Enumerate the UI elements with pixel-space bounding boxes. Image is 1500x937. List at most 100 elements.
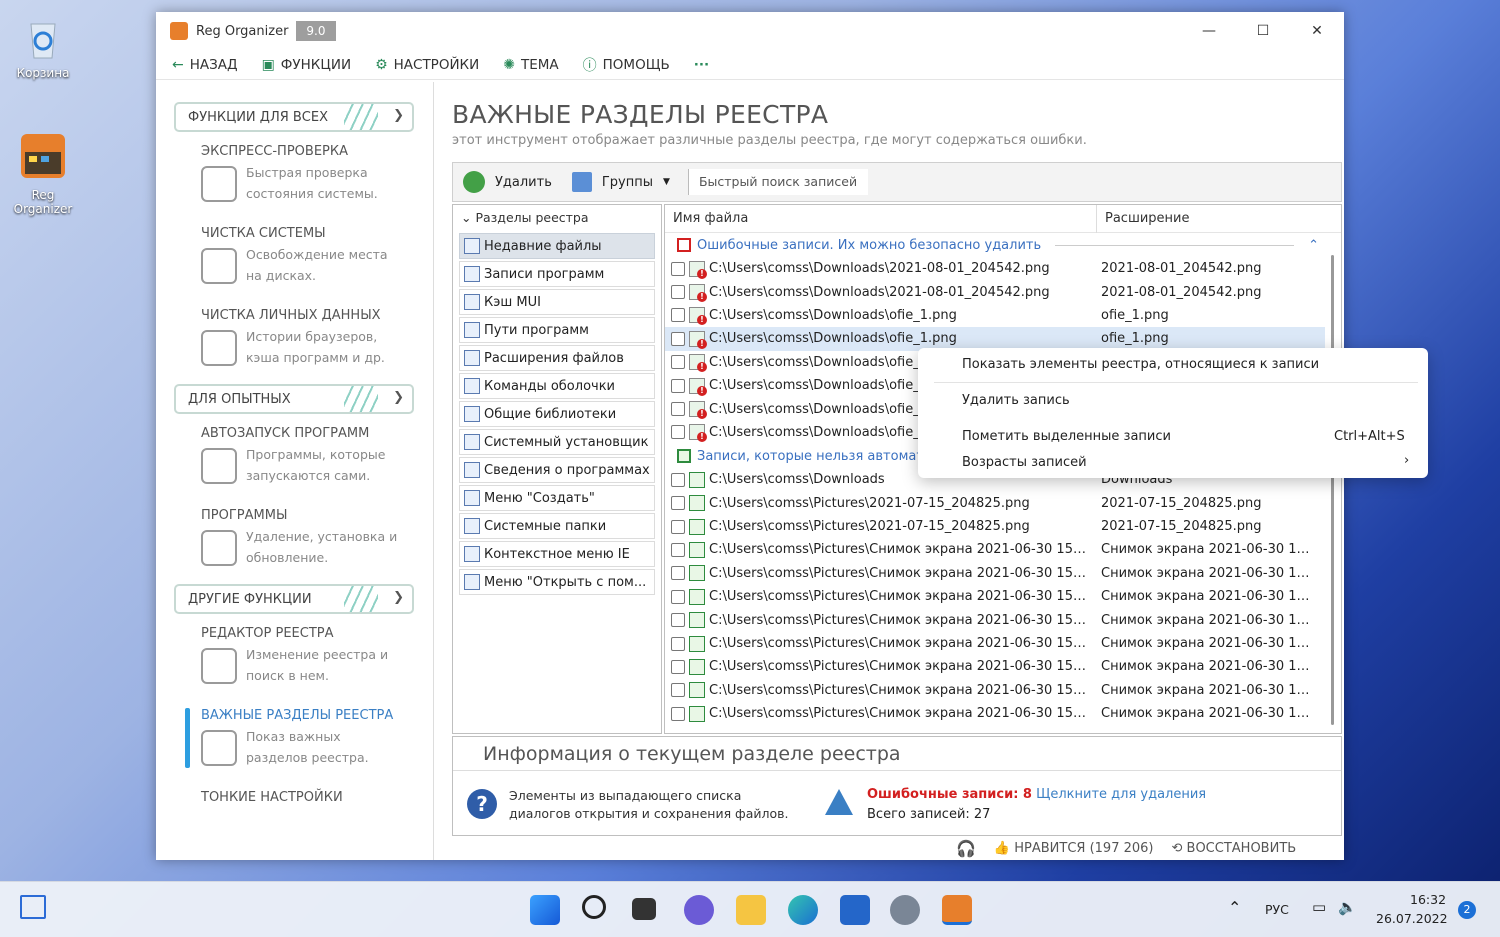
table-row[interactable]: C:\Users\comss\Pictures\Снимок экрана 20… [665, 608, 1341, 631]
table-row[interactable]: C:\Users\comss\Pictures\Снимок экрана 20… [665, 702, 1341, 725]
minimize-button[interactable]: — [1182, 12, 1236, 50]
row-checkbox[interactable] [671, 261, 685, 276]
theme-menu[interactable]: ✺ ТЕМА [503, 57, 558, 73]
sidebar-item-cleanup[interactable]: ЧИСТКА СИСТЕМЫ Освобождение места на диск… [201, 226, 433, 294]
table-row[interactable]: C:\Users\comss\Pictures\Снимок экрана 20… [665, 679, 1341, 702]
row-checkbox[interactable] [671, 659, 685, 674]
section-item[interactable]: Пути программ [459, 317, 655, 343]
search-icon[interactable] [582, 895, 606, 919]
section-item[interactable]: Меню "Открыть с пом... [459, 569, 655, 595]
edge-icon[interactable] [788, 895, 818, 925]
sidebar-item-programs[interactable]: ПРОГРАММЫ Удаление, установка и обновлени… [201, 508, 433, 576]
vertical-scrollbar[interactable] [1325, 235, 1341, 733]
headset-icon[interactable]: 🎧 [956, 839, 976, 858]
row-checkbox[interactable] [671, 472, 685, 487]
delete-button[interactable]: Удалить [453, 171, 562, 193]
table-row[interactable]: C:\Users\comss\Pictures\Снимок экрана 20… [665, 562, 1341, 585]
sidebar-item-express[interactable]: ЭКСПРЕСС-ПРОВЕРКА Быстрая проверка состоя… [201, 144, 433, 212]
row-checkbox[interactable] [671, 589, 685, 604]
section-item[interactable]: Расширения файлов [459, 345, 655, 371]
ctx-mark-selected[interactable]: Пометить выделенные записи [962, 429, 1171, 449]
ctx-delete[interactable]: Удалить запись [962, 393, 1070, 413]
section-item[interactable]: Контекстное меню IE [459, 541, 655, 567]
sidebar-item-registry-editor[interactable]: РЕДАКТОР РЕЕСТРА Изменение реестра и поис… [201, 626, 433, 694]
row-checkbox[interactable] [671, 706, 685, 721]
search-input[interactable]: Быстрый поиск записей [687, 169, 868, 195]
error-group-header[interactable]: Ошибочные записи. Их можно безопасно уда… [665, 233, 1341, 257]
network-icon[interactable]: ▭ [1312, 898, 1326, 916]
sidebar-item-autorun[interactable]: АВТОЗАПУСК ПРОГРАММ Программы, которые за… [201, 426, 433, 494]
table-row[interactable]: C:\Users\comss\Downloads\ofie_1.png ofie_… [665, 304, 1341, 327]
more-menu-button[interactable]: ··· [694, 57, 709, 73]
table-row[interactable]: C:\Users\comss\Pictures\Снимок экрана 20… [665, 585, 1341, 608]
section-item[interactable]: Системные папки [459, 513, 655, 539]
table-row[interactable]: C:\Users\comss\Downloads\2021-08-01_2045… [665, 280, 1341, 303]
row-checkbox[interactable] [671, 542, 685, 557]
section-item[interactable]: Системный установщик [459, 429, 655, 455]
section-item[interactable]: Меню "Создать" [459, 485, 655, 511]
language-indicator[interactable]: РУС [1265, 902, 1289, 917]
ctx-ages[interactable]: Возрасты записей [962, 455, 1087, 475]
task-view-icon[interactable] [632, 898, 656, 920]
like-button[interactable]: 👍 НРАВИТСЯ (197 206) [994, 841, 1154, 856]
settings-menu[interactable]: ⚙ НАСТРОЙКИ [375, 57, 479, 73]
chevron-up-tray-icon[interactable]: ⌃ [1228, 898, 1241, 917]
sidebar-item-important-keys[interactable]: ВАЖНЫЕ РАЗДЕЛЫ РЕЕСТРА Показ важных разде… [185, 708, 433, 776]
clock-date[interactable]: 26.07.2022 [1376, 911, 1448, 926]
ctx-show-keys[interactable]: Показать элементы реестра, относящиеся к… [962, 357, 1319, 377]
section-item[interactable]: Сведения о программах [459, 457, 655, 483]
volume-icon[interactable]: 🔈 [1338, 898, 1357, 916]
section-item[interactable]: Общие библиотеки [459, 401, 655, 427]
row-checkbox[interactable] [671, 285, 685, 300]
section-other[interactable]: ДРУГИЕ ФУНКЦИИ ❯ [174, 584, 414, 614]
help-menu[interactable]: ⓘ ПОМОЩЬ [583, 55, 670, 75]
restore-button[interactable]: ⟲ ВОССТАНОВИТЬ [1172, 841, 1297, 856]
row-checkbox[interactable] [671, 636, 685, 651]
table-row[interactable]: C:\Users\comss\Downloads\2021-08-01_2045… [665, 257, 1341, 280]
sidebar-item-tweaks[interactable]: ТОНКИЕ НАСТРОЙКИ [201, 790, 433, 858]
row-checkbox[interactable] [671, 519, 685, 534]
delete-errors-link[interactable]: Щелкните для удаления [1036, 787, 1206, 802]
reg-organizer-taskbar-icon[interactable] [942, 895, 972, 925]
clock-time[interactable]: 16:32 [1410, 892, 1446, 907]
section-for-all[interactable]: ФУНКЦИИ ДЛЯ ВСЕХ ❯ [174, 102, 414, 132]
row-checkbox[interactable] [671, 496, 685, 511]
row-checkbox[interactable] [671, 425, 685, 440]
column-ext-header[interactable]: Расширение [1097, 211, 1190, 226]
row-checkbox[interactable] [671, 308, 685, 323]
back-button[interactable]: ← НАЗАД [172, 57, 238, 73]
row-checkbox[interactable] [671, 355, 685, 370]
scrollbar-thumb[interactable] [1331, 255, 1334, 725]
row-checkbox[interactable] [671, 566, 685, 581]
section-item[interactable]: Команды оболочки [459, 373, 655, 399]
start-icon[interactable] [530, 895, 560, 925]
row-checkbox[interactable] [671, 683, 685, 698]
row-checkbox[interactable] [671, 613, 685, 628]
table-row[interactable]: C:\Users\comss\Pictures\Снимок экрана 20… [665, 655, 1341, 678]
table-row[interactable]: C:\Users\comss\Pictures\2021-07-15_20482… [665, 515, 1341, 538]
row-checkbox[interactable] [671, 331, 685, 346]
file-explorer-icon[interactable] [736, 895, 766, 925]
groups-button[interactable]: Группы ▼ [562, 172, 680, 192]
functions-menu[interactable]: ▣ ФУНКЦИИ [262, 57, 352, 73]
section-item[interactable]: Кэш MUI [459, 289, 655, 315]
row-checkbox[interactable] [671, 402, 685, 417]
title-bar[interactable]: Reg Organizer 9.0 — ☐ ✕ [156, 12, 1344, 50]
settings-gear-icon[interactable] [890, 895, 920, 925]
row-checkbox[interactable] [671, 378, 685, 393]
close-button[interactable]: ✕ [1290, 12, 1344, 50]
table-row[interactable]: C:\Users\comss\Pictures\Снимок экрана 20… [665, 632, 1341, 655]
column-name-header[interactable]: Имя файла [665, 205, 1097, 233]
recycle-bin-desktop-icon[interactable]: Корзина [8, 14, 78, 80]
section-item[interactable]: Недавние файлы [459, 233, 655, 259]
notification-badge[interactable]: 2 [1458, 901, 1476, 919]
reg-organizer-desktop-icon[interactable]: Reg Organizer [8, 128, 78, 216]
table-row[interactable]: C:\Users\comss\Pictures\Снимок экрана 20… [665, 538, 1341, 561]
widgets-icon[interactable] [20, 895, 46, 919]
section-advanced[interactable]: ДЛЯ ОПЫТНЫХ ❯ [174, 384, 414, 414]
table-row[interactable]: C:\Users\comss\Pictures\2021-07-15_20482… [665, 492, 1341, 515]
sections-header[interactable]: ⌄ Разделы реестра [453, 205, 661, 231]
section-item[interactable]: Записи программ [459, 261, 655, 287]
maximize-button[interactable]: ☐ [1236, 12, 1290, 50]
chat-icon[interactable] [684, 895, 714, 925]
